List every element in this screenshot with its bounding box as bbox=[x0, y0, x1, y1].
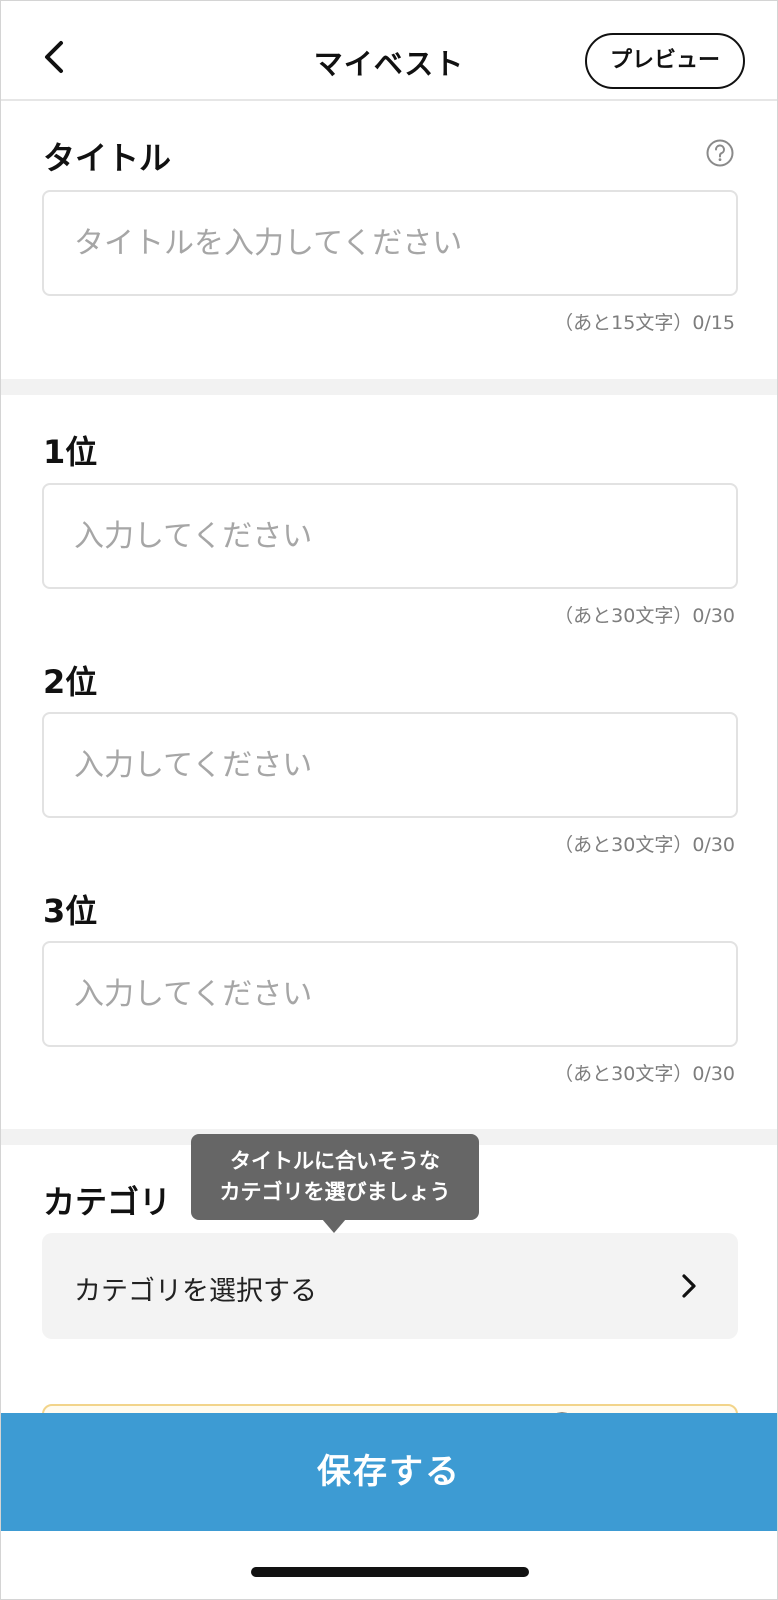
title-label: タイトル bbox=[43, 139, 172, 177]
preview-button[interactable]: プレビュー bbox=[585, 33, 745, 89]
rank-2-label: 2位 bbox=[43, 663, 98, 701]
rank-2-field[interactable] bbox=[42, 712, 738, 818]
save-button[interactable]: 保存する bbox=[1, 1413, 777, 1531]
title-char-counter: （あと15文字）0/15 bbox=[554, 312, 735, 334]
rank-1-label: 1位 bbox=[43, 433, 98, 471]
rank-1-char-counter: （あと30文字）0/30 bbox=[554, 605, 735, 627]
section-divider bbox=[1, 379, 777, 395]
rank-3-char-counter: （あと30文字）0/30 bbox=[554, 1063, 735, 1085]
rank-1-field[interactable] bbox=[42, 483, 738, 589]
category-label: カテゴリ bbox=[43, 1183, 172, 1221]
help-button[interactable] bbox=[705, 138, 735, 168]
rank-2-input[interactable] bbox=[44, 714, 736, 816]
title-field[interactable] bbox=[42, 190, 738, 296]
chevron-right-icon bbox=[682, 1274, 696, 1298]
category-tooltip: タイトルに合いそうな カテゴリを選びましょう bbox=[191, 1134, 479, 1220]
screen: マイベスト プレビュー タイトル （あと15文字）0/15 1位 （あと30文字… bbox=[0, 0, 778, 1600]
category-select-button[interactable]: カテゴリを選択する bbox=[42, 1233, 738, 1339]
home-indicator bbox=[251, 1567, 529, 1577]
app-header: マイベスト プレビュー bbox=[1, 1, 777, 101]
rank-3-field[interactable] bbox=[42, 941, 738, 1047]
rank-3-input[interactable] bbox=[44, 943, 736, 1045]
question-circle-icon bbox=[706, 139, 734, 167]
rank-2-char-counter: （あと30文字）0/30 bbox=[554, 834, 735, 856]
tooltip-arrow bbox=[322, 1219, 346, 1233]
tooltip-line-2: カテゴリを選びましょう bbox=[219, 1180, 451, 1204]
category-select-label: カテゴリを選択する bbox=[74, 1276, 317, 1307]
title-input[interactable] bbox=[44, 192, 736, 294]
rank-1-input[interactable] bbox=[44, 485, 736, 587]
rank-3-label: 3位 bbox=[43, 892, 98, 930]
tooltip-line-1: タイトルに合いそうな bbox=[230, 1149, 440, 1173]
